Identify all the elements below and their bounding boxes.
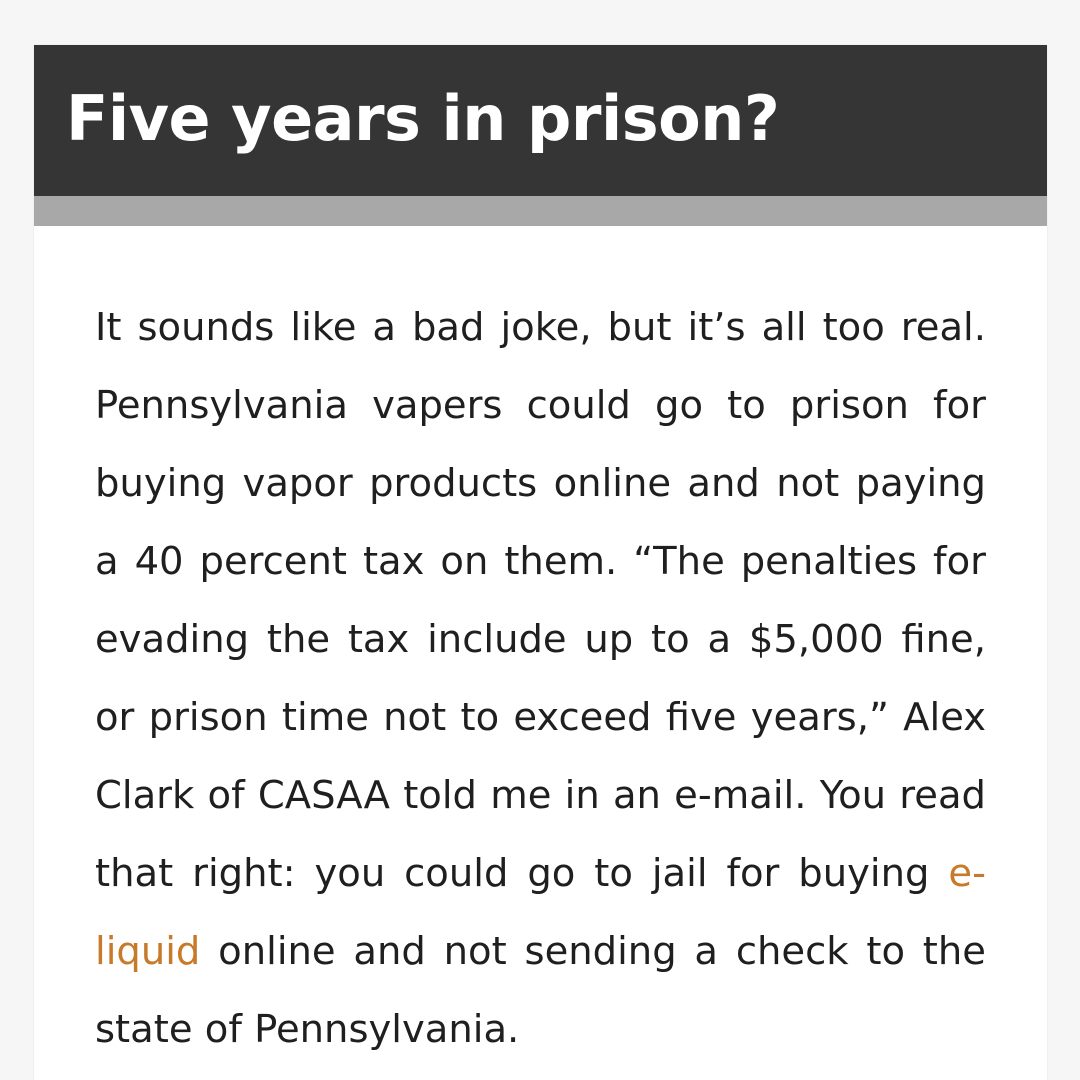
article-title: Five years in prison? <box>66 82 780 155</box>
paragraph-text-before-link: It sounds like a bad joke, but it’s all … <box>95 305 986 896</box>
paragraph-text-after-link: online and not sending a check to the st… <box>95 929 986 1052</box>
header-divider-strip <box>34 196 1047 226</box>
article-paragraph: It sounds like a bad joke, but it’s all … <box>95 289 986 1069</box>
article-card: Five years in prison? It sounds like a b… <box>34 45 1047 1080</box>
article-header: Five years in prison? <box>34 45 1047 196</box>
